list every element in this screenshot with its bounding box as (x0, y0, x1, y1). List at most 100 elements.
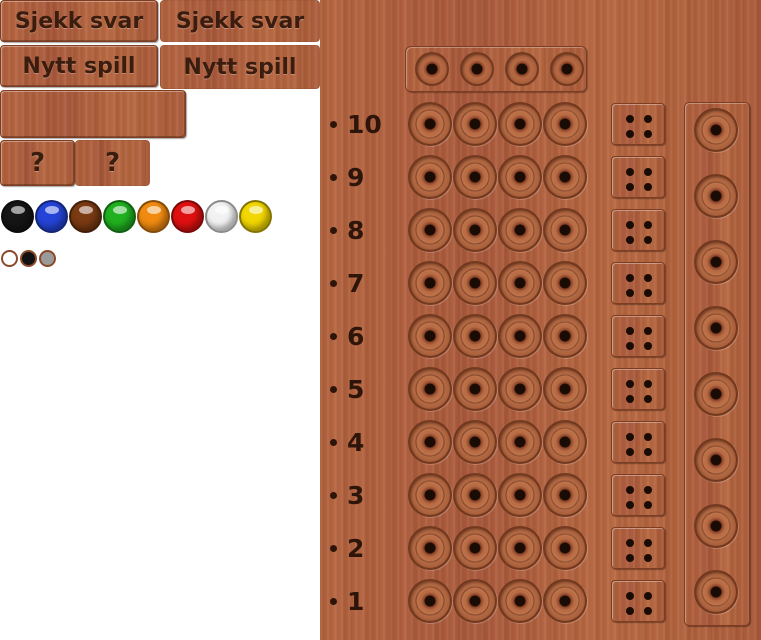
feedback-peg-box (611, 156, 665, 198)
guess-hole[interactable] (408, 314, 452, 358)
feedback-peg-box (611, 315, 665, 357)
guess-hole[interactable] (453, 261, 497, 305)
guess-hole[interactable] (453, 420, 497, 464)
feedback-hole (644, 395, 652, 403)
new-game-button-alt[interactable]: Nytt spill (160, 45, 320, 89)
guess-hole[interactable] (408, 155, 452, 199)
feedback-hole (626, 327, 634, 335)
guess-hole[interactable] (453, 208, 497, 252)
feedback-hole (644, 501, 652, 509)
guess-hole[interactable] (498, 261, 542, 305)
guess-hole[interactable] (408, 473, 452, 517)
guess-hole[interactable] (543, 367, 587, 411)
new-game-button[interactable]: Nytt spill (0, 45, 158, 87)
help-button-alt[interactable]: ? (75, 140, 150, 186)
guess-hole[interactable] (543, 473, 587, 517)
color-peg-brown[interactable] (69, 200, 102, 233)
color-peg-orange[interactable] (137, 200, 170, 233)
guess-hole[interactable] (543, 102, 587, 146)
guess-hole[interactable] (498, 102, 542, 146)
guess-hole[interactable] (453, 314, 497, 358)
feedback-hole (644, 539, 652, 547)
guess-hole[interactable] (408, 208, 452, 252)
guess-hole[interactable] (408, 579, 452, 623)
feedback-peg-box (611, 474, 665, 516)
feedback-peg-box (611, 262, 665, 304)
guess-hole[interactable] (543, 526, 587, 570)
side-rack-hole (694, 108, 738, 152)
row-bullet (330, 597, 337, 605)
row-number: 7 (347, 268, 365, 298)
key-peg-gray[interactable] (39, 250, 56, 267)
color-peg-black[interactable] (1, 200, 34, 233)
check-answer-button[interactable]: Sjekk svar (0, 0, 158, 42)
color-peg-white[interactable] (205, 200, 238, 233)
empty-button[interactable] (0, 90, 186, 138)
check-answer-button-alt[interactable]: Sjekk svar (160, 0, 320, 42)
color-peg-blue[interactable] (35, 200, 68, 233)
guess-hole[interactable] (453, 579, 497, 623)
game-board: 10 9 8 7 6 5 4 3 2 1 (320, 0, 761, 640)
row-number-label: 10 (330, 104, 390, 144)
row-bullet (330, 385, 337, 393)
guess-hole[interactable] (453, 526, 497, 570)
feedback-hole (626, 168, 634, 176)
feedback-hole (644, 236, 652, 244)
secret-hole (505, 52, 539, 86)
side-rack-hole (694, 372, 738, 416)
guess-hole[interactable] (453, 102, 497, 146)
side-rack-hole (694, 174, 738, 218)
color-peg-red[interactable] (171, 200, 204, 233)
guess-hole[interactable] (498, 420, 542, 464)
feedback-hole (644, 130, 652, 138)
feedback-hole (644, 448, 652, 456)
secret-hole (460, 52, 494, 86)
guess-hole[interactable] (453, 155, 497, 199)
row-bullet (330, 438, 337, 446)
feedback-hole (626, 236, 634, 244)
feedback-hole (644, 274, 652, 282)
guess-hole[interactable] (408, 102, 452, 146)
feedback-hole (626, 554, 634, 562)
key-peg-white[interactable] (1, 250, 18, 267)
guess-hole[interactable] (408, 261, 452, 305)
color-peg-green[interactable] (103, 200, 136, 233)
row-number-label: 9 (330, 157, 390, 197)
row-number-label: 3 (330, 475, 390, 515)
feedback-hole (644, 554, 652, 562)
guess-hole[interactable] (543, 420, 587, 464)
feedback-hole (626, 289, 634, 297)
guess-hole[interactable] (543, 155, 587, 199)
guess-hole[interactable] (408, 367, 452, 411)
guess-hole[interactable] (408, 526, 452, 570)
help-button[interactable]: ? (0, 140, 75, 186)
guess-hole[interactable] (543, 579, 587, 623)
feedback-hole (626, 592, 634, 600)
guess-hole[interactable] (453, 473, 497, 517)
guess-hole[interactable] (498, 314, 542, 358)
feedback-hole (626, 221, 634, 229)
guess-hole[interactable] (543, 208, 587, 252)
color-peg-yellow[interactable] (239, 200, 272, 233)
feedback-hole (626, 130, 634, 138)
guess-hole[interactable] (498, 208, 542, 252)
guess-hole[interactable] (408, 420, 452, 464)
feedback-peg-box (611, 209, 665, 251)
feedback-peg-box (611, 421, 665, 463)
key-peg-black[interactable] (20, 250, 37, 267)
guess-hole[interactable] (498, 579, 542, 623)
guess-hole[interactable] (543, 261, 587, 305)
guess-hole[interactable] (498, 367, 542, 411)
feedback-peg-box (611, 527, 665, 569)
row-number: 4 (347, 427, 365, 457)
row-bullet (330, 120, 337, 128)
guess-hole[interactable] (498, 473, 542, 517)
feedback-peg-box (611, 368, 665, 410)
row-number: 5 (347, 374, 365, 404)
guess-hole[interactable] (498, 526, 542, 570)
guess-hole[interactable] (498, 155, 542, 199)
row-number-label: 6 (330, 316, 390, 356)
side-rack-hole (694, 306, 738, 350)
guess-hole[interactable] (453, 367, 497, 411)
guess-hole[interactable] (543, 314, 587, 358)
